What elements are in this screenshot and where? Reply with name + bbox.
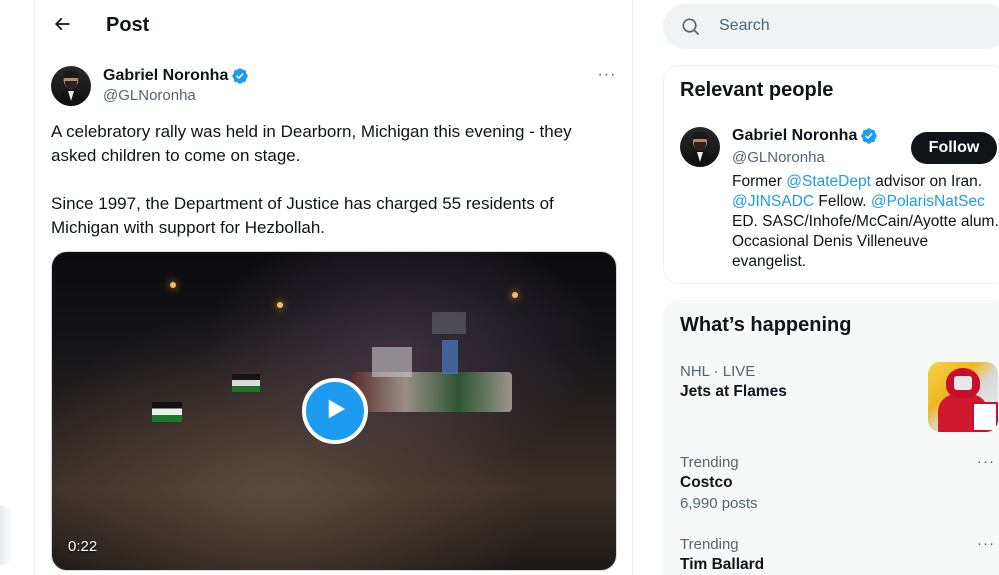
video-duration: 0:22 (68, 538, 98, 555)
left-edge (0, 0, 34, 575)
search-bar[interactable] (663, 4, 999, 49)
tweet-paragraph: A celebratory rally was held in Dearborn… (51, 122, 572, 165)
video-scene-light (277, 302, 283, 308)
mention-link[interactable]: @PolarisNatSec (871, 193, 985, 210)
verified-badge-icon (231, 67, 249, 85)
relevant-people-card: Relevant people Gabriel Noronha @GLNoron… (663, 65, 999, 284)
more-horizontal-icon[interactable]: ··· (977, 535, 995, 552)
back-button[interactable] (45, 9, 79, 43)
author-avatar[interactable] (51, 66, 91, 106)
video-scene-banner (372, 347, 412, 377)
left-edge-shade (0, 505, 14, 565)
trend-topic: Tim Ballard (680, 556, 765, 573)
video-scene-stage (352, 372, 512, 412)
page-title: Post (106, 14, 150, 36)
trend-item[interactable]: Trending Tim Ballard ··· (680, 535, 999, 575)
search-icon (681, 17, 701, 37)
trend-meta: Trending (680, 536, 739, 553)
trend-thumbnail (928, 362, 998, 432)
more-horizontal-icon: ··· (597, 66, 617, 83)
main-column: Post Gabriel Noronha @GLNoronha ··· A ce… (34, 0, 633, 575)
more-options-button[interactable]: ··· (595, 65, 619, 85)
author-name-row[interactable]: Gabriel Noronha (103, 67, 249, 85)
play-button[interactable] (302, 378, 368, 444)
tweet-text: A celebratory rally was held in Dearborn… (51, 120, 611, 240)
play-icon (320, 394, 350, 429)
post-header: Post (35, 0, 632, 53)
arrow-left-icon (52, 14, 72, 39)
tweet-paragraph: Since 1997, the Department of Justice ha… (51, 194, 554, 237)
video-scene-light (512, 292, 518, 298)
bio-text: ED. SASC/Inhofe/McCain/Ayotte alum. Occa… (732, 213, 999, 270)
relevant-people-title: Relevant people (680, 79, 834, 101)
bio-text: advisor on Iran. (870, 173, 983, 190)
person-name-row[interactable]: Gabriel Noronha (732, 127, 878, 145)
bio-text: Fellow. (814, 193, 871, 210)
whats-happening-card: What’s happening NHL · LIVE Jets at Flam… (663, 300, 999, 575)
mention-link[interactable]: @StateDept (786, 173, 871, 190)
trend-post-count: 6,990 posts (680, 495, 758, 512)
video-player[interactable]: 0:22 (51, 251, 617, 571)
person-handle[interactable]: @GLNoronha (732, 149, 825, 166)
video-scene-screen (432, 312, 466, 334)
mention-link[interactable]: @JINSADC (732, 193, 814, 210)
author-handle[interactable]: @GLNoronha (103, 87, 196, 104)
whats-happening-title: What’s happening (680, 314, 852, 336)
trend-item[interactable]: Trending Costco 6,990 posts ··· (680, 453, 999, 515)
person-name[interactable]: Gabriel Noronha (732, 127, 857, 145)
video-scene-flag (152, 402, 182, 422)
right-sidebar: Relevant people Gabriel Noronha @GLNoron… (663, 0, 999, 575)
trend-meta: Trending (680, 454, 739, 471)
video-scene-flag (232, 374, 260, 392)
bio-text: Former (732, 173, 787, 190)
more-horizontal-icon[interactable]: ··· (977, 453, 995, 470)
trend-topic: Costco (680, 474, 733, 491)
verified-badge-icon (860, 127, 878, 145)
follow-button[interactable]: Follow (911, 132, 997, 164)
video-scene-light (170, 282, 176, 288)
person-bio: Former @StateDept advisor on Iran. @JINS… (732, 172, 999, 272)
author-name[interactable]: Gabriel Noronha (103, 67, 228, 85)
video-scene-banner (442, 340, 458, 374)
trend-item[interactable]: NHL · LIVE Jets at Flames (680, 362, 999, 432)
person-avatar[interactable] (680, 127, 720, 167)
search-input[interactable] (719, 15, 979, 37)
